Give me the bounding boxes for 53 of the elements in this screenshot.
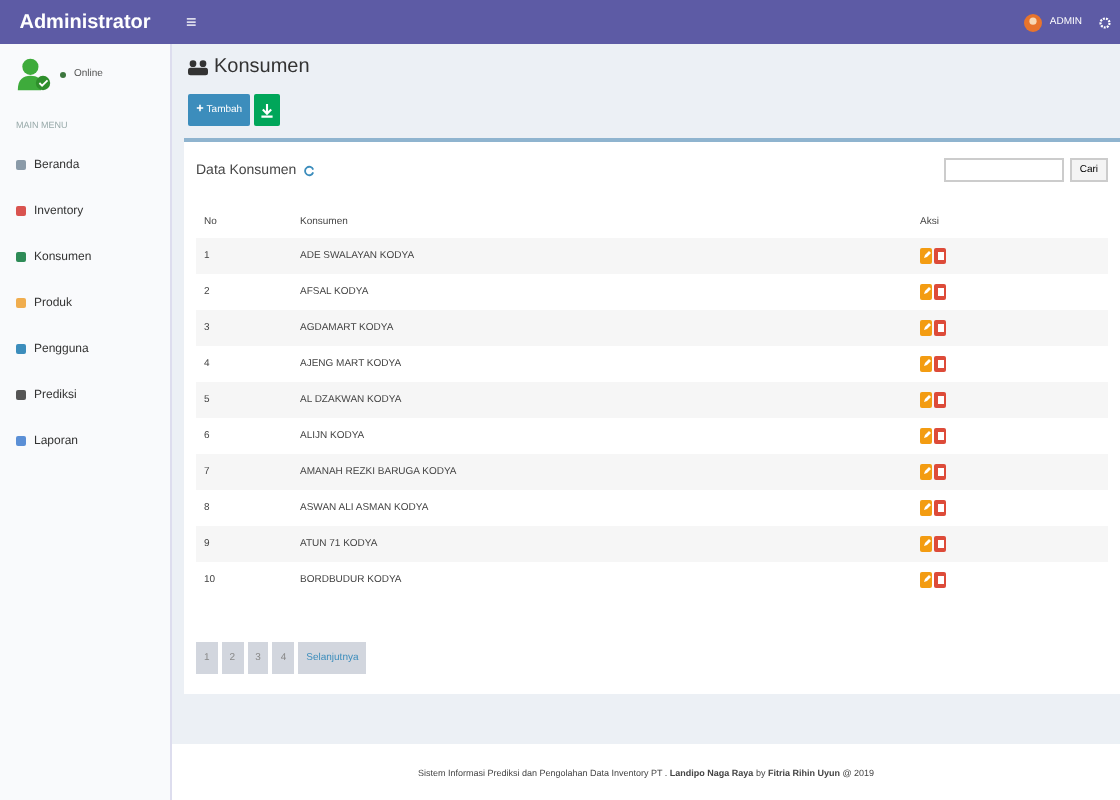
- download-button[interactable]: [254, 94, 281, 126]
- pencil-icon: [921, 430, 931, 441]
- page-title: Konsumen: [214, 56, 310, 78]
- pencil-icon: [921, 286, 931, 297]
- delete-button[interactable]: [934, 355, 946, 372]
- delete-button[interactable]: [934, 427, 946, 444]
- edit-button[interactable]: [920, 499, 932, 516]
- edit-button[interactable]: [920, 283, 932, 300]
- edit-button[interactable]: [920, 535, 932, 552]
- delete-button[interactable]: [934, 247, 946, 264]
- trash-icon: [935, 286, 945, 297]
- edit-button[interactable]: [920, 463, 932, 480]
- pencil-icon: [921, 538, 931, 549]
- pencil-icon: [921, 394, 931, 405]
- trash-icon: [935, 394, 945, 405]
- user-icon: [16, 56, 52, 92]
- refresh-icon[interactable]: [302, 163, 317, 177]
- plus-icon: [196, 104, 204, 112]
- delete-button[interactable]: [934, 391, 946, 408]
- pencil-icon: [921, 322, 931, 333]
- brand-title: Administrator: [17, 11, 153, 33]
- online-dot: [60, 71, 66, 77]
- user-avatar-icon: [1023, 13, 1042, 31]
- delete-button[interactable]: [934, 499, 946, 516]
- delete-button[interactable]: [934, 535, 946, 552]
- delete-button[interactable]: [934, 283, 946, 300]
- search-field[interactable]: [943, 158, 1064, 182]
- pencil-icon: [921, 466, 931, 477]
- edit-button[interactable]: [920, 355, 932, 372]
- users-icon: [188, 58, 208, 76]
- pencil-icon: [921, 358, 931, 369]
- delete-button[interactable]: [934, 463, 946, 480]
- pencil-icon: [921, 574, 931, 585]
- trash-icon: [935, 358, 945, 369]
- edit-button[interactable]: [920, 391, 932, 408]
- settings-icon[interactable]: [1098, 15, 1112, 29]
- edit-button[interactable]: [920, 571, 932, 588]
- edit-button[interactable]: [920, 319, 932, 336]
- edit-button[interactable]: [920, 427, 932, 444]
- edit-button[interactable]: [920, 247, 932, 264]
- trash-icon: [935, 322, 945, 333]
- pencil-icon: [921, 250, 931, 261]
- delete-button[interactable]: [934, 571, 946, 588]
- delete-button[interactable]: [934, 319, 946, 336]
- download-icon: [260, 103, 275, 117]
- trash-icon: [935, 502, 945, 513]
- trash-icon: [935, 430, 945, 441]
- trash-icon: [935, 250, 945, 261]
- menu-toggle[interactable]: ≡: [186, 12, 197, 32]
- pencil-icon: [921, 502, 931, 513]
- trash-icon: [935, 538, 945, 549]
- trash-icon: [935, 574, 945, 585]
- trash-icon: [935, 466, 945, 477]
